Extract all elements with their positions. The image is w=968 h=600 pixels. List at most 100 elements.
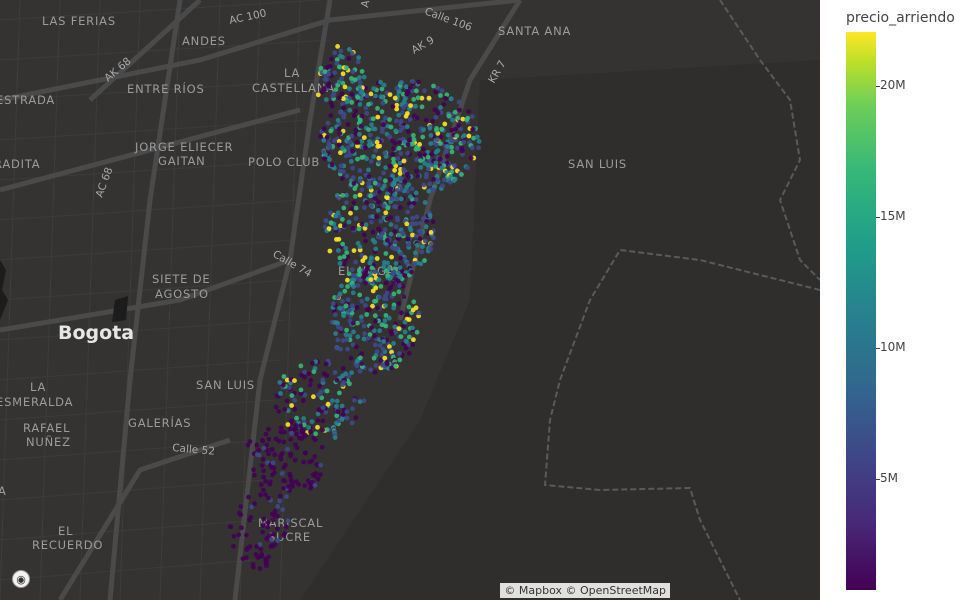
listing-point[interactable] — [361, 323, 367, 329]
listing-point[interactable] — [294, 431, 300, 437]
listing-point[interactable] — [417, 152, 422, 157]
listing-point[interactable] — [382, 183, 387, 189]
listing-point[interactable] — [373, 93, 378, 99]
listing-point[interactable] — [399, 196, 404, 202]
listing-point[interactable] — [373, 148, 378, 153]
listing-point[interactable] — [357, 292, 363, 298]
listing-point[interactable] — [421, 146, 426, 152]
listing-point[interactable] — [282, 531, 287, 537]
listing-point[interactable] — [318, 134, 323, 139]
listing-point[interactable] — [421, 127, 426, 132]
listing-point[interactable] — [327, 157, 332, 162]
listing-point[interactable] — [418, 158, 423, 164]
listing-point[interactable] — [391, 269, 397, 275]
listing-point[interactable] — [412, 261, 417, 266]
listing-point[interactable] — [275, 504, 281, 509]
listing-point[interactable] — [396, 145, 402, 151]
listing-point[interactable] — [325, 401, 331, 407]
listing-point[interactable] — [393, 128, 398, 134]
listing-point[interactable] — [341, 380, 347, 385]
listing-point[interactable] — [287, 385, 292, 391]
listing-point[interactable] — [474, 134, 480, 140]
listing-point[interactable] — [274, 526, 280, 531]
listing-point[interactable] — [319, 444, 325, 450]
listing-point[interactable] — [448, 96, 454, 102]
listing-point[interactable] — [461, 133, 467, 139]
listing-point[interactable] — [368, 255, 374, 261]
listing-point[interactable] — [292, 378, 297, 383]
listing-point[interactable] — [256, 447, 261, 453]
listing-point[interactable] — [334, 237, 339, 242]
listing-point[interactable] — [374, 256, 380, 261]
listing-point[interactable] — [459, 148, 465, 154]
listing-point[interactable] — [347, 86, 352, 92]
listing-point[interactable] — [370, 237, 376, 243]
listing-point[interactable] — [413, 190, 419, 196]
listing-point[interactable] — [391, 341, 396, 346]
listing-point[interactable] — [351, 248, 357, 254]
listing-point[interactable] — [351, 320, 356, 326]
listing-point[interactable] — [364, 296, 370, 302]
listing-point[interactable] — [389, 196, 395, 202]
listing-point[interactable] — [315, 92, 321, 98]
listing-point[interactable] — [254, 442, 260, 448]
listing-point[interactable] — [289, 393, 295, 398]
listing-point[interactable] — [286, 484, 291, 489]
listing-point[interactable] — [382, 260, 387, 265]
listing-point[interactable] — [404, 312, 410, 317]
listing-point[interactable] — [361, 336, 367, 342]
listing-point[interactable] — [350, 406, 355, 412]
listing-point[interactable] — [381, 339, 387, 344]
listing-point[interactable] — [247, 517, 253, 523]
listing-point[interactable] — [339, 91, 345, 97]
listing-point[interactable] — [389, 331, 394, 337]
listing-point[interactable] — [434, 142, 439, 148]
listing-point[interactable] — [357, 267, 362, 273]
listing-point[interactable] — [309, 419, 315, 424]
listing-point[interactable] — [311, 435, 317, 441]
listing-point[interactable] — [413, 221, 419, 227]
listing-point[interactable] — [244, 532, 249, 538]
listing-point[interactable] — [270, 543, 276, 549]
listing-point[interactable] — [263, 478, 268, 484]
listing-point[interactable] — [422, 88, 427, 94]
listing-point[interactable] — [298, 363, 304, 369]
listing-point[interactable] — [337, 390, 342, 396]
listing-point[interactable] — [393, 363, 398, 369]
listing-point[interactable] — [350, 225, 356, 231]
listing-point[interactable] — [402, 319, 408, 325]
listing-point[interactable] — [289, 430, 294, 436]
listing-point[interactable] — [362, 205, 367, 211]
listing-point[interactable] — [349, 100, 355, 105]
listing-point[interactable] — [308, 485, 313, 491]
listing-point[interactable] — [414, 214, 420, 220]
listing-point[interactable] — [350, 175, 356, 181]
listing-point[interactable] — [343, 303, 349, 309]
listing-point[interactable] — [359, 298, 365, 304]
listing-point[interactable] — [376, 155, 382, 161]
listing-point[interactable] — [363, 145, 368, 151]
listing-point[interactable] — [388, 124, 394, 130]
listing-point[interactable] — [292, 457, 298, 463]
listing-point[interactable] — [318, 389, 324, 395]
listing-point[interactable] — [348, 355, 354, 361]
listing-point[interactable] — [246, 494, 251, 500]
listing-point[interactable] — [388, 222, 394, 228]
listing-point[interactable] — [361, 74, 367, 80]
listing-point[interactable] — [397, 351, 402, 356]
listing-point[interactable] — [332, 370, 338, 375]
listing-point[interactable] — [339, 176, 345, 182]
listing-point[interactable] — [260, 523, 266, 528]
listing-point[interactable] — [398, 80, 404, 86]
listing-point[interactable] — [382, 318, 388, 323]
listing-point[interactable] — [334, 403, 339, 409]
listing-point[interactable] — [357, 117, 363, 123]
listing-point[interactable] — [258, 482, 264, 487]
listing-point[interactable] — [372, 313, 378, 319]
listing-point[interactable] — [385, 273, 390, 278]
listing-point[interactable] — [409, 269, 414, 275]
listing-point[interactable] — [321, 149, 326, 155]
listing-point[interactable] — [449, 144, 454, 150]
listing-point[interactable] — [445, 132, 451, 138]
listing-point[interactable] — [324, 388, 330, 394]
